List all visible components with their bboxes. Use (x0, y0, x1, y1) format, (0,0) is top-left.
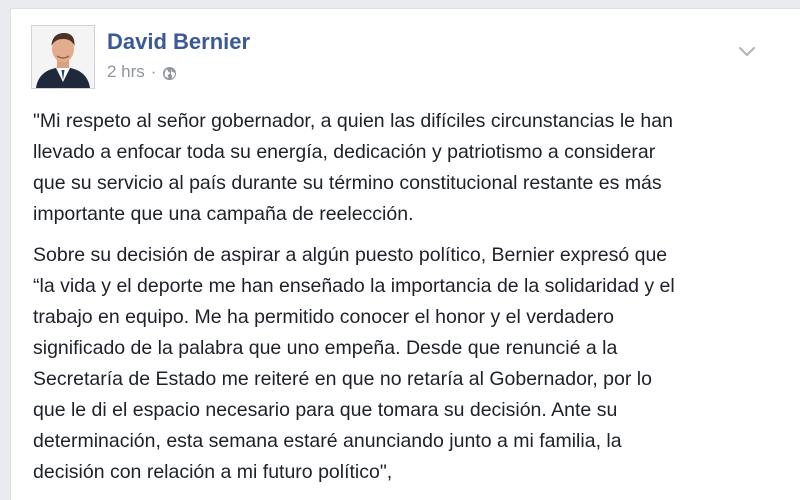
text-line: significado de la palabra que uno empeña… (33, 337, 618, 359)
text-line: "Mi respeto al señor gobernador, a quien… (33, 110, 673, 132)
text-line: “la vida y el deporte me han enseñado la… (33, 275, 675, 297)
avatar[interactable] (31, 25, 95, 89)
text-line: que le di el espacio necesario para que … (33, 399, 618, 421)
profile-photo (32, 26, 94, 88)
text-line: Secretaría de Estado me reiteré en que n… (33, 368, 652, 390)
text-line: importante que una campaña de reelección… (33, 203, 414, 225)
text-line: decisión con relación a mi futuro políti… (33, 461, 393, 483)
post-meta: 2 hrs · (107, 61, 177, 83)
text-line: Sobre su decisión de aspirar a algún pue… (33, 244, 668, 266)
globe-icon[interactable] (162, 65, 177, 80)
text-line: determinación, esta semana estaré anunci… (33, 430, 622, 452)
text-line: trabajo en equipo. Me ha permitido conoc… (33, 306, 615, 328)
author-name-link[interactable]: David Bernier (107, 29, 250, 55)
post-header: David Bernier 2 hrs · (31, 25, 771, 89)
post-text: "Mi respeto al señor gobernador, a quien… (33, 106, 783, 488)
meta-separator: · (150, 62, 157, 81)
text-line: llevado a enfocar toda su energía, dedic… (33, 141, 656, 163)
text-line: que su servicio al país durante su térmi… (33, 172, 662, 194)
post-timestamp[interactable]: 2 hrs (107, 61, 145, 83)
post-paragraph-1: "Mi respeto al señor gobernador, a quien… (33, 106, 783, 230)
post-card: David Bernier 2 hrs · "Mi respeto al señ… (10, 8, 800, 500)
post-paragraph-2: Sobre su decisión de aspirar a algún pue… (33, 240, 783, 488)
chevron-down-icon[interactable] (737, 45, 757, 59)
